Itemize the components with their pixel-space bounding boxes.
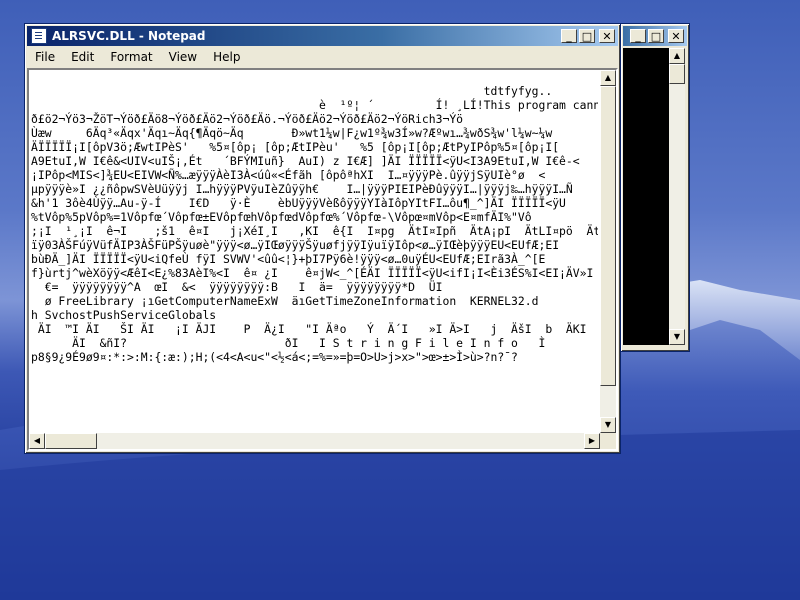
window-title: ALRSVC.DLL - Notepad (52, 29, 206, 43)
maximize-icon: □ (581, 30, 593, 43)
text-line: ÄI ™I ÄI ŠI ÄI ¡I ÄJI P Ä¿I "I Äªo Ý Ä´I… (31, 322, 598, 336)
text-line: p8§9¿9É9ø9¤:*:>:M:{:æ:);H;(<4<A<u<"<½<á<… (31, 350, 518, 364)
minimize-icon: _ (635, 30, 641, 43)
text-line: ÄI &ñI? ðI I S t r i n g F i l e I n f o… (31, 336, 546, 350)
text-line: Ùæw 6Äq³«Äqx'Äqı~Äq{¶Äqö~Äq Ð»wt1¼w|F¿w1… (31, 126, 553, 140)
text-line: €= ÿÿÿÿÿÿÿÿ^A œI &< ÿÿÿÿÿÿÿÿ:B I ä= ÿÿÿÿ… (31, 280, 443, 294)
horizontal-scroll-thumb[interactable] (45, 433, 97, 449)
menu-help[interactable]: Help (205, 50, 248, 64)
console-maximize-button[interactable]: □ (648, 29, 664, 43)
close-button[interactable]: ✕ (599, 29, 615, 43)
text-line: &h'1 3ôè4Ùÿÿ…Au-ÿ-Í I€D ÿ·È èbUÿÿÿVèßôÿÿ… (31, 196, 566, 210)
text-editor[interactable]: tdtfyfyg.. è ¹º¦ ´ Í! ¸LÍ!This program c… (27, 68, 618, 451)
scroll-right-button[interactable]: ▶ (584, 433, 600, 449)
console-body[interactable] (623, 48, 669, 345)
horizontal-scrollbar[interactable]: ◀ ▶ (29, 433, 600, 449)
text-line: µpÿÿÿè»I ¿¿ñôpwSVèUüÿÿj I…hÿÿÿPVÿuIèZûÿÿ… (31, 182, 573, 196)
text-line: A9EtuI,W I€ê&<UIV<uIŠ¡,Ét ´BFÝMIuñ} AuI)… (31, 154, 580, 168)
console-window: _ □ ✕ ▲ ▼ (620, 23, 690, 352)
maximize-button[interactable]: □ (579, 29, 595, 43)
maximize-icon: □ (650, 30, 662, 43)
menu-format[interactable]: Format (102, 50, 160, 64)
text-line: ø FreeLibrary ¡ıGetComputerNameExW äıGet… (31, 294, 539, 308)
menu-file[interactable]: File (27, 50, 63, 64)
console-minimize-button[interactable]: _ (630, 29, 646, 43)
scroll-left-button[interactable]: ◀ (29, 433, 45, 449)
console-scroll-thumb[interactable] (669, 64, 685, 84)
text-line: f}ùrtj^wèXöÿÿ<ÆêI<E¿%83AèI%<I ê¤ ¿I ê¤jW… (31, 266, 594, 280)
minimize-button[interactable]: _ (561, 29, 577, 43)
console-close-button[interactable]: ✕ (668, 29, 684, 43)
vertical-scroll-thumb[interactable] (600, 86, 616, 386)
scroll-corner (600, 433, 616, 449)
text-line: tdtfyfyg.. (31, 84, 553, 98)
text-line: ÄÏÏÏÏÏ¡I[ôpV3ö;ÆwtIPèS' %5¤[ôp¡ [ôp;ÆtIP… (31, 140, 560, 154)
console-scroll-up-button[interactable]: ▲ (669, 48, 685, 64)
file-content[interactable]: tdtfyfyg.. è ¹º¦ ´ Í! ¸LÍ!This program c… (31, 84, 598, 431)
console-titlebar[interactable]: _ □ ✕ (623, 26, 687, 46)
text-line: bùÐÄ_]ÄI ÏÏÏÏÏ<ÿU<iQfeÙ fÿI SVWV'<ûû<¦}+… (31, 252, 546, 266)
notepad-icon (31, 28, 47, 44)
text-line: è ¹º¦ ´ Í! ¸LÍ!This program cann (31, 98, 598, 112)
minimize-icon: _ (566, 30, 572, 43)
scroll-down-button[interactable]: ▼ (600, 417, 616, 433)
console-vertical-scrollbar[interactable]: ▲ ▼ (669, 48, 685, 345)
text-line: ð£ö2¬Ýö3¬ŽöT¬Ýöð£Äö8¬Ýöð£Äö2¬Ýöð£Äö.¬Ýöð… (31, 112, 464, 126)
text-line: ïÿ03ÀŠFúÿVüfÄIP3ÀŠFüPŠÿuøè"ÿÿÿ<ø…ÿIŒøÿÿÿ… (31, 238, 560, 252)
close-icon: ✕ (602, 30, 612, 43)
scroll-up-button[interactable]: ▲ (600, 70, 616, 86)
menu-view[interactable]: View (161, 50, 205, 64)
notepad-titlebar[interactable]: ALRSVC.DLL - Notepad _ □ ✕ (27, 26, 618, 46)
console-scroll-down-button[interactable]: ▼ (669, 329, 685, 345)
text-line: ¡IPôp<MIS<]¾EU<EIVW<Ñ%…æÿÿÿÀèI3À<úû«<Éfã… (31, 168, 546, 182)
close-icon: ✕ (671, 30, 681, 43)
text-line: h SvchostPushServiceGlobals (31, 308, 217, 322)
menu-edit[interactable]: Edit (63, 50, 102, 64)
vertical-scrollbar[interactable]: ▲ ▼ (600, 70, 616, 433)
menu-bar: File Edit Format View Help (27, 47, 618, 67)
notepad-window: ALRSVC.DLL - Notepad _ □ ✕ File Edit For… (24, 23, 621, 454)
text-line: ;¡I ¹¸¡I ê¬I ;š1 ê¤I j¡XéI¸I ,KI ê{I I¤p… (31, 224, 598, 238)
text-line: %tVôp%5pVôp%=1Vôpfœ´Vôpfœ±EVôpfœhVôpfœdV… (31, 210, 532, 224)
